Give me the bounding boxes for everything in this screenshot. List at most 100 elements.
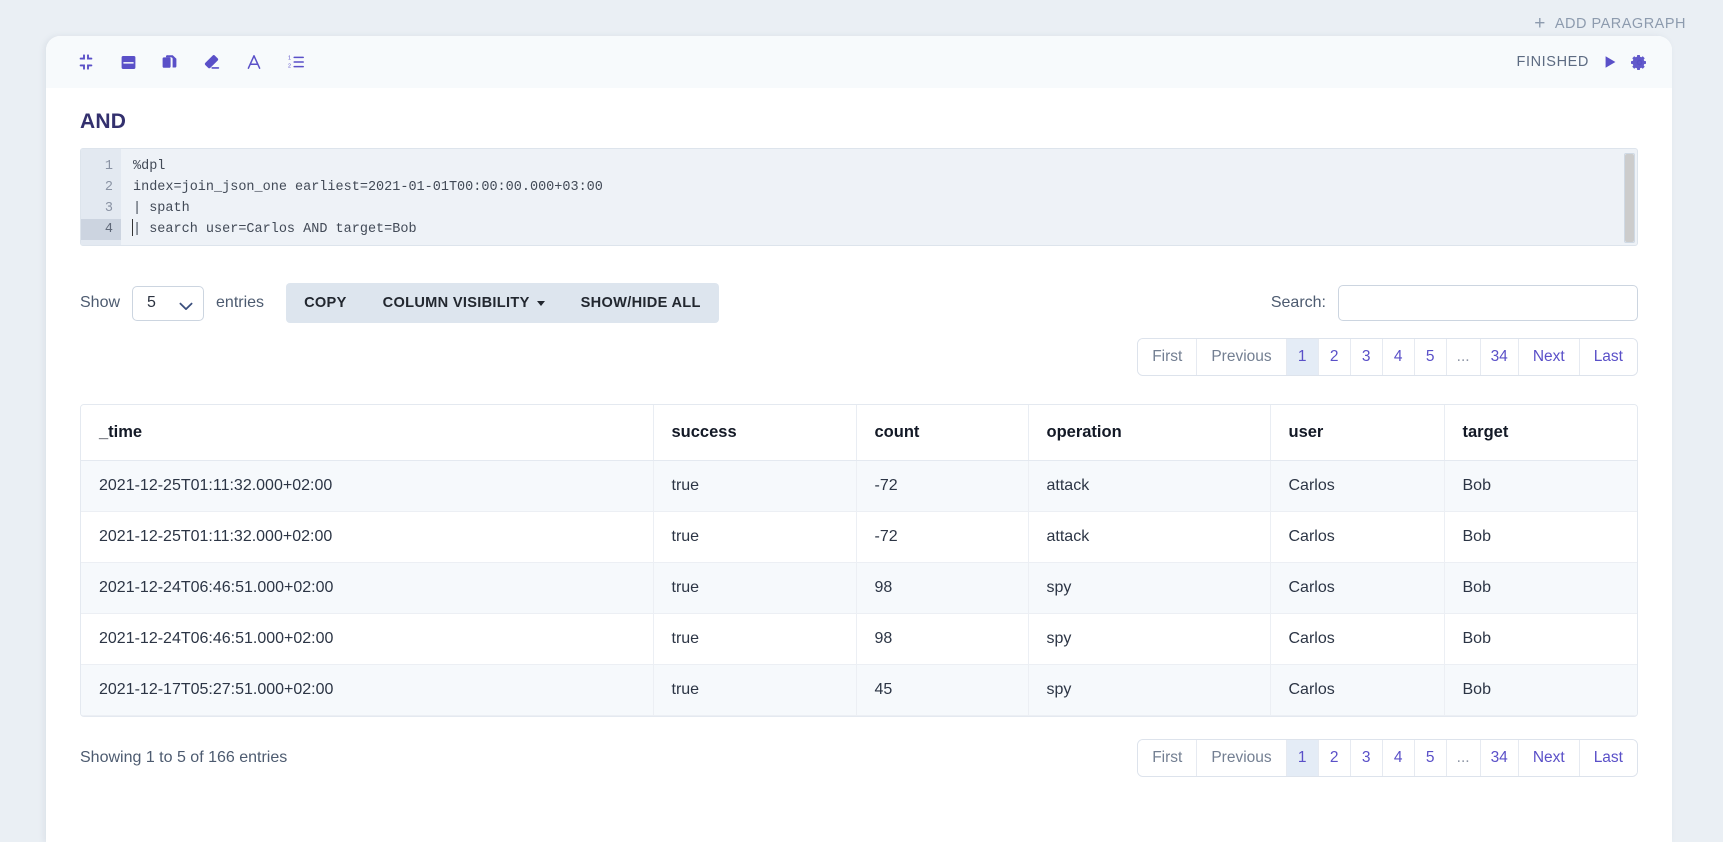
show-label: Show [80, 294, 121, 311]
cell-target: Bob [1444, 460, 1637, 512]
copy-button[interactable]: COPY [286, 283, 365, 323]
column-header-time[interactable]: _time [81, 405, 654, 461]
column-header-user[interactable]: user [1270, 405, 1445, 461]
plus-icon: + [1534, 13, 1546, 34]
pagination-ellipsis: ... [1446, 740, 1481, 776]
pagination-first[interactable]: First [1138, 740, 1198, 776]
show-hide-all-label: SHOW/HIDE ALL [580, 295, 701, 311]
column-header-count[interactable]: count [856, 405, 1029, 461]
cell-user: Carlos [1270, 511, 1445, 563]
pagination-bottom: First Previous 1 2 3 4 5 ... 34 Next Las… [1137, 739, 1638, 777]
cell-count: -72 [856, 460, 1029, 512]
pagination-page-1[interactable]: 1 [1286, 740, 1319, 776]
cell-target: Bob [1444, 511, 1637, 563]
cell-user: Carlos [1270, 460, 1445, 512]
pagination-next[interactable]: Next [1518, 339, 1580, 375]
code-editor[interactable]: 1 2 3 4 %dpl index=join_json_one earlies… [80, 148, 1638, 246]
code-line: | search user=Carlos AND target=Bob [133, 222, 417, 237]
caret-down-icon [536, 300, 545, 306]
table-row: 2021-12-25T01:11:32.000+02:00 true -72 a… [81, 460, 1637, 512]
pagination-page-4[interactable]: 4 [1382, 339, 1415, 375]
collapse-icon[interactable] [76, 52, 96, 72]
table-info: Showing 1 to 5 of 166 entries [80, 749, 288, 766]
cell-time: 2021-12-24T06:46:51.000+02:00 [81, 562, 654, 614]
cell-operation: spy [1028, 562, 1271, 614]
add-paragraph-button[interactable]: + ADD PARAGRAPH [1534, 14, 1686, 33]
cell-operation: attack [1028, 511, 1271, 563]
pagination-page-34[interactable]: 34 [1480, 740, 1519, 776]
cell-user: Carlos [1270, 664, 1445, 716]
results-table-wrap: _time success count operation user targe… [80, 404, 1638, 717]
pagination-previous[interactable]: Previous [1197, 740, 1287, 776]
font-icon[interactable] [244, 52, 264, 72]
cell-operation: spy [1028, 613, 1271, 665]
table-row: 2021-12-25T01:11:32.000+02:00 true -72 a… [81, 511, 1637, 563]
column-header-operation[interactable]: operation [1028, 405, 1271, 461]
cell-success: true [653, 460, 857, 512]
pagination-last[interactable]: Last [1579, 740, 1637, 776]
table-body: 2021-12-25T01:11:32.000+02:00 true -72 a… [81, 460, 1637, 716]
pagination-first[interactable]: First [1138, 339, 1198, 375]
pagination-last[interactable]: Last [1579, 339, 1637, 375]
cell-success: true [653, 613, 857, 665]
column-header-target[interactable]: target [1444, 405, 1637, 461]
paragraph-card: 1 2 FINISHED AND 1 2 3 4 %dpl index=join… [46, 36, 1672, 842]
list-ordered-icon[interactable]: 1 2 [286, 52, 306, 72]
column-visibility-button[interactable]: COLUMN VISIBILITY [365, 283, 563, 323]
editor-scrollbar[interactable] [1624, 153, 1635, 243]
entries-label: entries [216, 294, 265, 311]
cell-time: 2021-12-25T01:11:32.000+02:00 [81, 460, 654, 512]
app-page: + ADD PARAGRAPH 1 2 FINISHED AND 1 2 3 4… [0, 0, 1723, 842]
play-icon[interactable] [1602, 54, 1618, 70]
pagination-page-2[interactable]: 2 [1318, 339, 1351, 375]
table-row: 2021-12-24T06:46:51.000+02:00 true 98 sp… [81, 613, 1637, 665]
pagination-previous[interactable]: Previous [1197, 339, 1287, 375]
table-footer: Showing 1 to 5 of 166 entries First Prev… [80, 739, 1638, 777]
cell-target: Bob [1444, 562, 1637, 614]
line-number: 2 [104, 180, 113, 195]
results-table: _time success count operation user targe… [81, 405, 1637, 716]
line-number: 1 [104, 159, 113, 174]
show-hide-all-button[interactable]: SHOW/HIDE ALL [563, 283, 719, 323]
table-header-row: _time success count operation user targe… [81, 405, 1637, 461]
pagination-page-5[interactable]: 5 [1414, 339, 1447, 375]
book-icon[interactable] [118, 52, 138, 72]
column-visibility-label: COLUMN VISIBILITY [382, 295, 530, 311]
editor-scrollbar-thumb[interactable] [1625, 154, 1634, 242]
copy-icon[interactable] [160, 52, 180, 72]
status-badge: FINISHED [1516, 54, 1589, 70]
page-length-value: 5 [147, 294, 156, 311]
copy-button-label: COPY [304, 295, 347, 311]
svg-text:1: 1 [288, 56, 291, 62]
pagination-page-3[interactable]: 3 [1350, 339, 1383, 375]
pagination-page-4[interactable]: 4 [1382, 740, 1415, 776]
table-controls-right: Search: [1271, 285, 1638, 321]
cell-time: 2021-12-25T01:11:32.000+02:00 [81, 511, 654, 563]
pagination-page-5[interactable]: 5 [1414, 740, 1447, 776]
pagination-page-1[interactable]: 1 [1286, 339, 1319, 375]
pagination-page-3[interactable]: 3 [1350, 740, 1383, 776]
cell-success: true [653, 664, 857, 716]
column-header-success[interactable]: success [653, 405, 857, 461]
search-input[interactable] [1338, 285, 1638, 321]
editor-gutter: 1 2 3 4 [81, 149, 121, 245]
gear-icon[interactable] [1631, 54, 1648, 71]
code-line: index=join_json_one earliest=2021-01-01T… [133, 180, 603, 195]
eraser-icon[interactable] [202, 52, 222, 72]
pagination-page-34[interactable]: 34 [1480, 339, 1519, 375]
editor-code-area[interactable]: %dpl index=join_json_one earliest=2021-0… [121, 149, 1637, 245]
cell-count: -72 [856, 511, 1029, 563]
table-head: _time success count operation user targe… [81, 405, 1637, 461]
page-length-select[interactable]: 5 [132, 285, 205, 321]
search-label: Search: [1270, 294, 1326, 311]
chevron-down-icon [179, 298, 193, 316]
pagination-next[interactable]: Next [1518, 740, 1580, 776]
line-number: 3 [104, 201, 113, 216]
pagination-page-2[interactable]: 2 [1318, 740, 1351, 776]
cell-target: Bob [1444, 613, 1637, 665]
text-caret [132, 219, 133, 236]
paragraph-body: AND 1 2 3 4 %dpl index=join_json_one ear… [46, 110, 1672, 777]
cell-target: Bob [1444, 664, 1637, 716]
cell-user: Carlos [1270, 562, 1445, 614]
table-row: 2021-12-17T05:27:51.000+02:00 true 45 sp… [81, 664, 1637, 716]
